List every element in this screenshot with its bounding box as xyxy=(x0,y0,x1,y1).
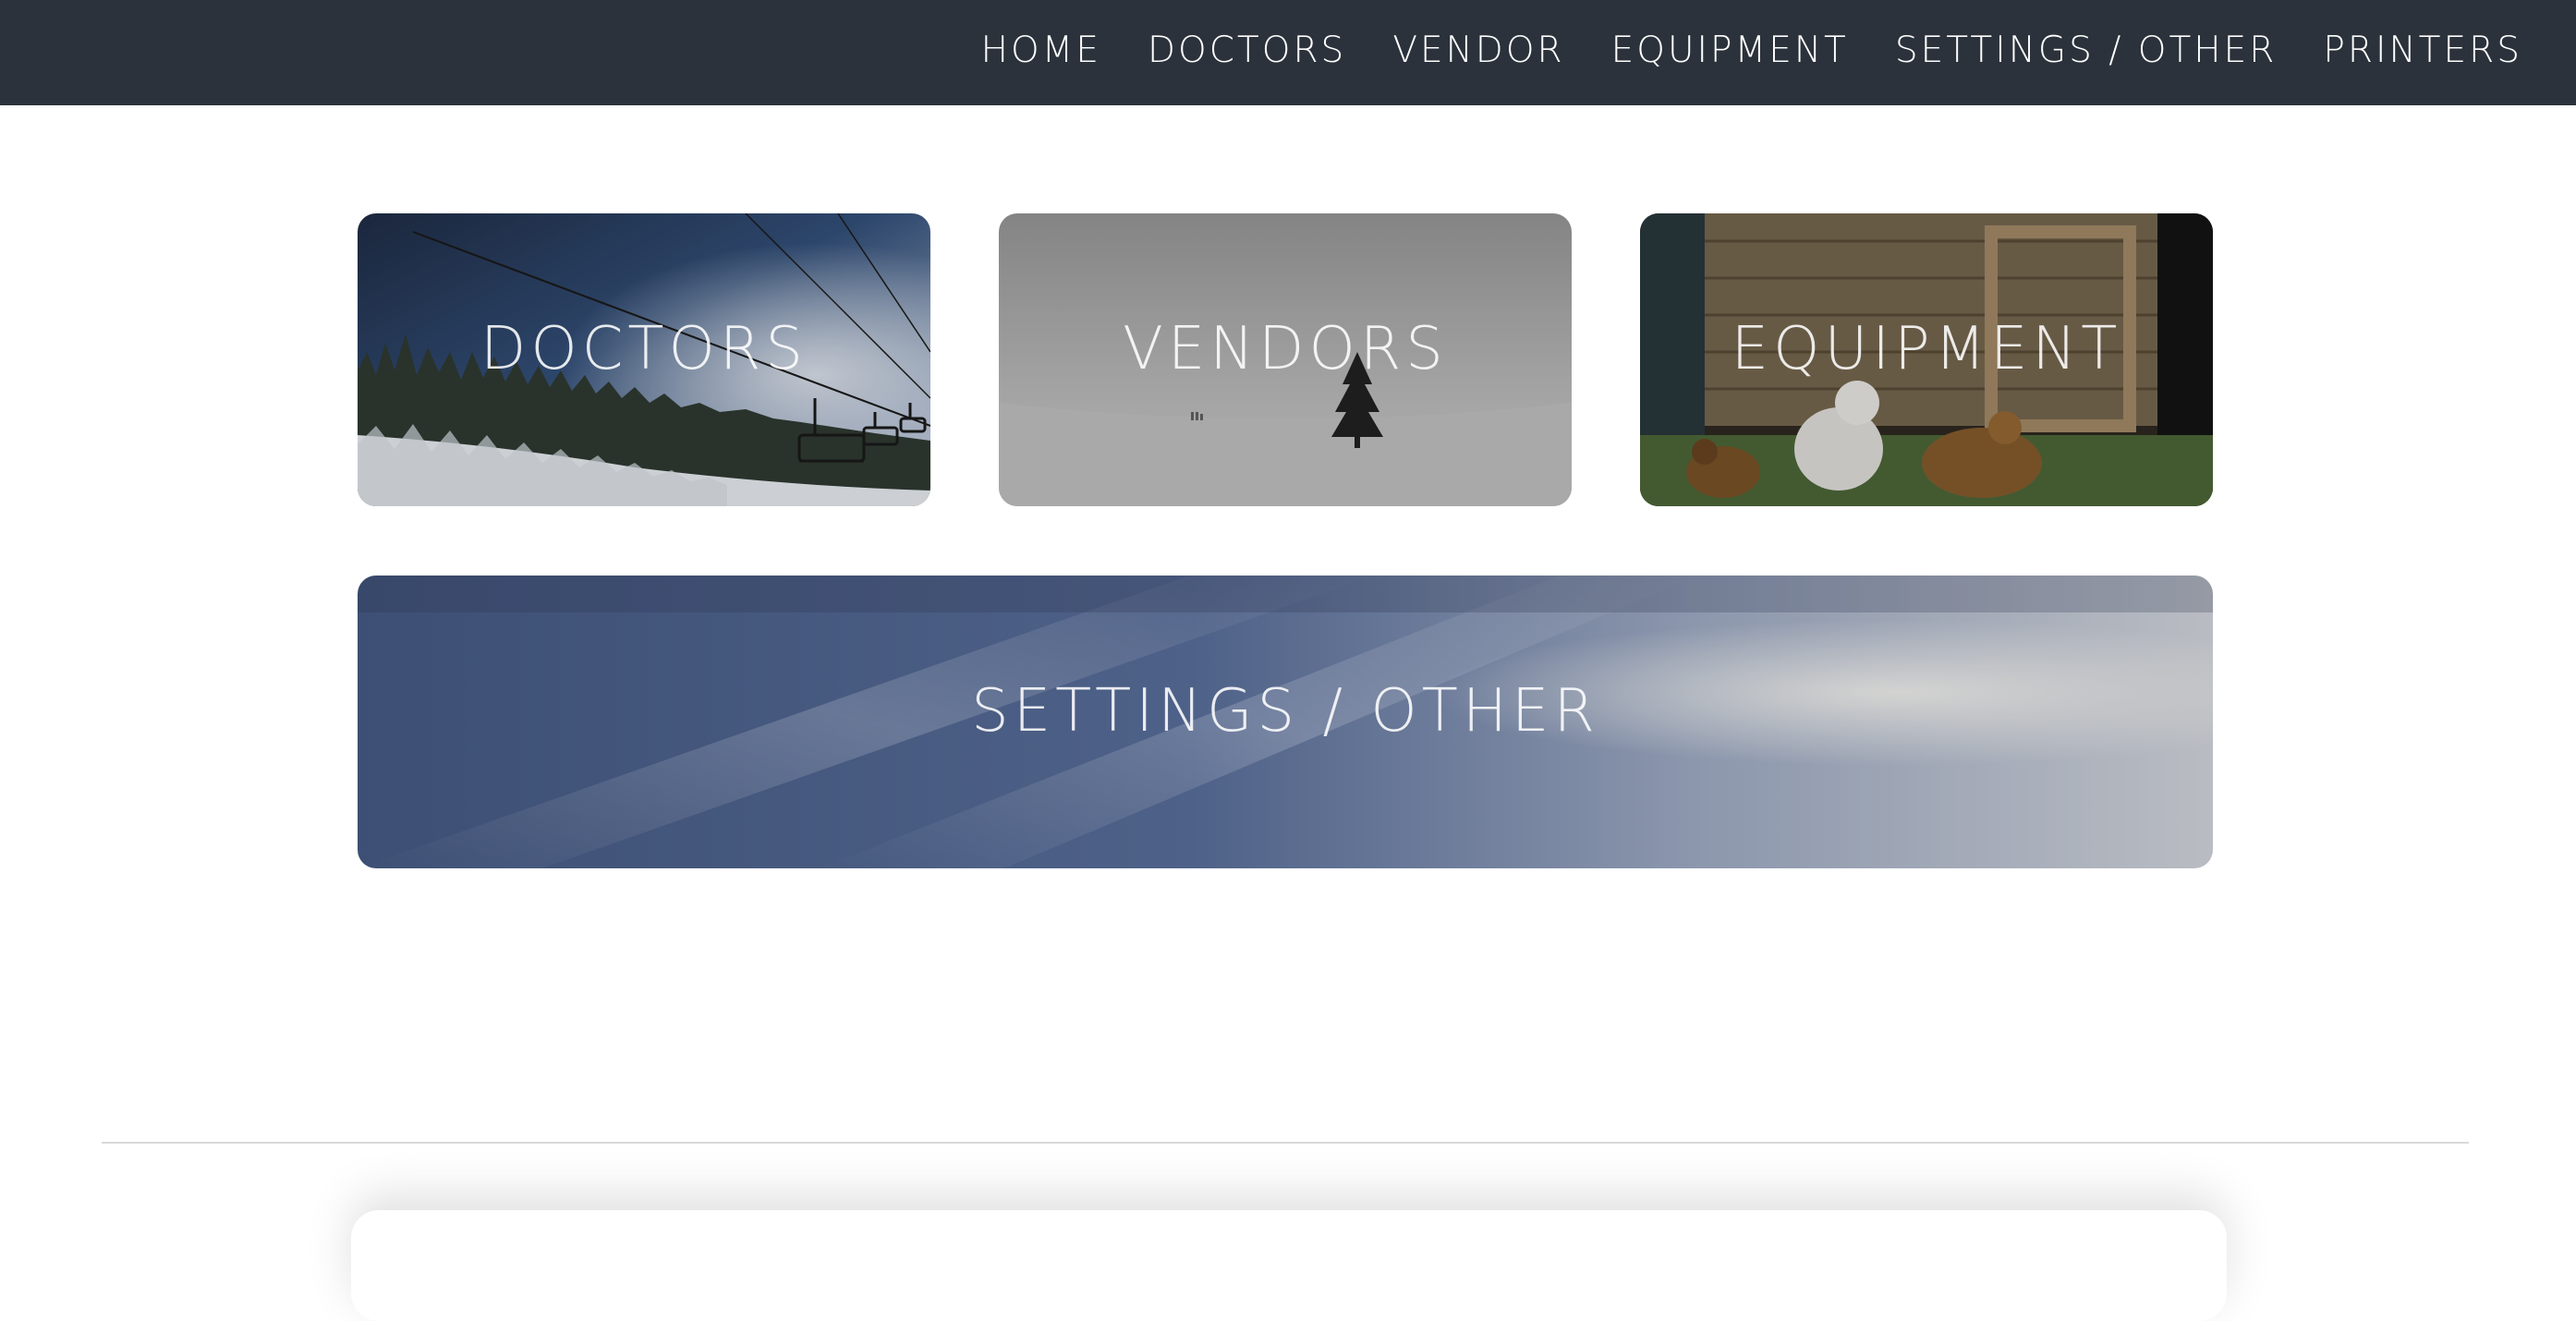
section-divider xyxy=(102,1142,2469,1144)
doctors-tile-label: DOCTORS xyxy=(480,315,808,383)
top-navbar: HOME DOCTORS VENDOR EQUIPMENT SETTINGS /… xyxy=(0,0,2576,105)
vendors-tile[interactable]: VENDORS xyxy=(999,213,1572,506)
main-nav: HOME DOCTORS VENDOR EQUIPMENT SETTINGS /… xyxy=(981,0,2522,100)
equipment-tile[interactable]: EQUIPMENT xyxy=(1640,213,2213,506)
doctors-tile[interactable]: DOCTORS xyxy=(358,213,930,506)
vendors-tile-label: VENDORS xyxy=(1123,315,1448,383)
footer-panel xyxy=(351,1210,2227,1321)
settings-other-tile[interactable]: SETTINGS / OTHER xyxy=(358,576,2213,868)
nav-link-doctors[interactable]: DOCTORS xyxy=(1148,30,1346,71)
nav-link-settings-other[interactable]: SETTINGS / OTHER xyxy=(1895,30,2278,71)
nav-link-equipment[interactable]: EQUIPMENT xyxy=(1611,30,1849,71)
equipment-tile-label: EQUIPMENT xyxy=(1731,315,2122,383)
nav-link-home[interactable]: HOME xyxy=(981,30,1101,71)
settings-other-tile-label: SETTINGS / OTHER xyxy=(971,677,1599,745)
nav-link-printers[interactable]: PRINTERS xyxy=(2323,30,2522,71)
nav-link-vendor[interactable]: VENDOR xyxy=(1392,30,1564,71)
